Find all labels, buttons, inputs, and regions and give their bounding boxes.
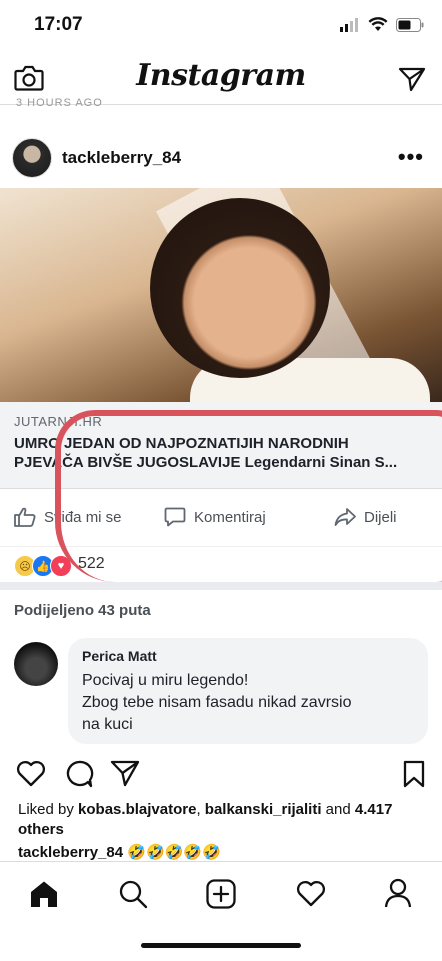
comment-text: Pocivaj u miru legendo! Zbog tebe nisam …	[82, 670, 412, 736]
liker-2[interactable]: balkanski_rijaliti	[205, 801, 322, 818]
reaction-icons: ☹ 👍 ♥	[14, 555, 72, 577]
wifi-icon	[368, 17, 388, 31]
caption-username[interactable]: tackleberry_84	[18, 844, 123, 861]
likes-and: and	[321, 801, 355, 818]
fb-comments-section: Podijeljeno 43 puta Perica Matt Pocivaj …	[0, 582, 442, 758]
commenter-avatar	[14, 642, 58, 686]
direct-message-icon[interactable]	[398, 66, 426, 92]
article-photo	[0, 188, 442, 441]
instagram-logo: Instagram	[136, 58, 306, 93]
cellular-signal-icon	[340, 17, 358, 32]
commenter-name: Perica Matt	[82, 648, 157, 664]
photo-portrait	[150, 198, 330, 378]
new-post-icon[interactable]	[206, 879, 236, 909]
comment-line-2: Zbog tebe nisam fasadu nikad zavrsio	[82, 694, 352, 711]
comment-bubble: Perica Matt Pocivaj u miru legendo! Zbog…	[68, 638, 428, 744]
liker-1[interactable]: kobas.blajvatore	[78, 801, 196, 818]
more-options-button[interactable]: •••	[398, 144, 424, 170]
status-time: 17:07	[34, 14, 83, 35]
comment-icon[interactable]	[64, 760, 94, 788]
activity-heart-icon[interactable]	[296, 880, 326, 907]
share-icon[interactable]	[110, 760, 140, 787]
likes-sep: ,	[196, 801, 205, 818]
caption: tackleberry_84 🤣🤣🤣🤣🤣	[18, 843, 221, 861]
heart-icon[interactable]	[16, 760, 46, 787]
post-action-bar	[16, 760, 426, 788]
comment-line-3: na kuci	[82, 716, 133, 733]
likes-prefix: Liked by	[18, 801, 79, 818]
likes-count[interactable]: 4.417	[355, 801, 393, 818]
bookmark-icon[interactable]	[402, 760, 426, 788]
comment-line-1: Pocivaj u miru legendo!	[82, 672, 249, 689]
previous-post-timestamp: 3 HOURS AGO	[16, 97, 103, 109]
post-username[interactable]: tackleberry_84	[62, 148, 181, 168]
likes-others[interactable]: others	[18, 821, 64, 838]
search-icon[interactable]	[118, 879, 148, 909]
status-icons	[340, 17, 424, 32]
avatar[interactable]	[12, 138, 52, 178]
red-marker-circle	[55, 410, 442, 582]
shared-count: Podijeljeno 43 puta	[14, 602, 151, 619]
thumbs-up-icon	[14, 507, 36, 527]
likes-text: Liked by kobas.blajvatore, balkanski_rij…	[18, 800, 428, 840]
home-icon[interactable]	[29, 880, 59, 908]
profile-icon[interactable]	[384, 878, 412, 908]
home-indicator	[141, 943, 301, 948]
caption-emoji: 🤣🤣🤣🤣🤣	[127, 844, 221, 861]
battery-icon	[396, 17, 424, 32]
